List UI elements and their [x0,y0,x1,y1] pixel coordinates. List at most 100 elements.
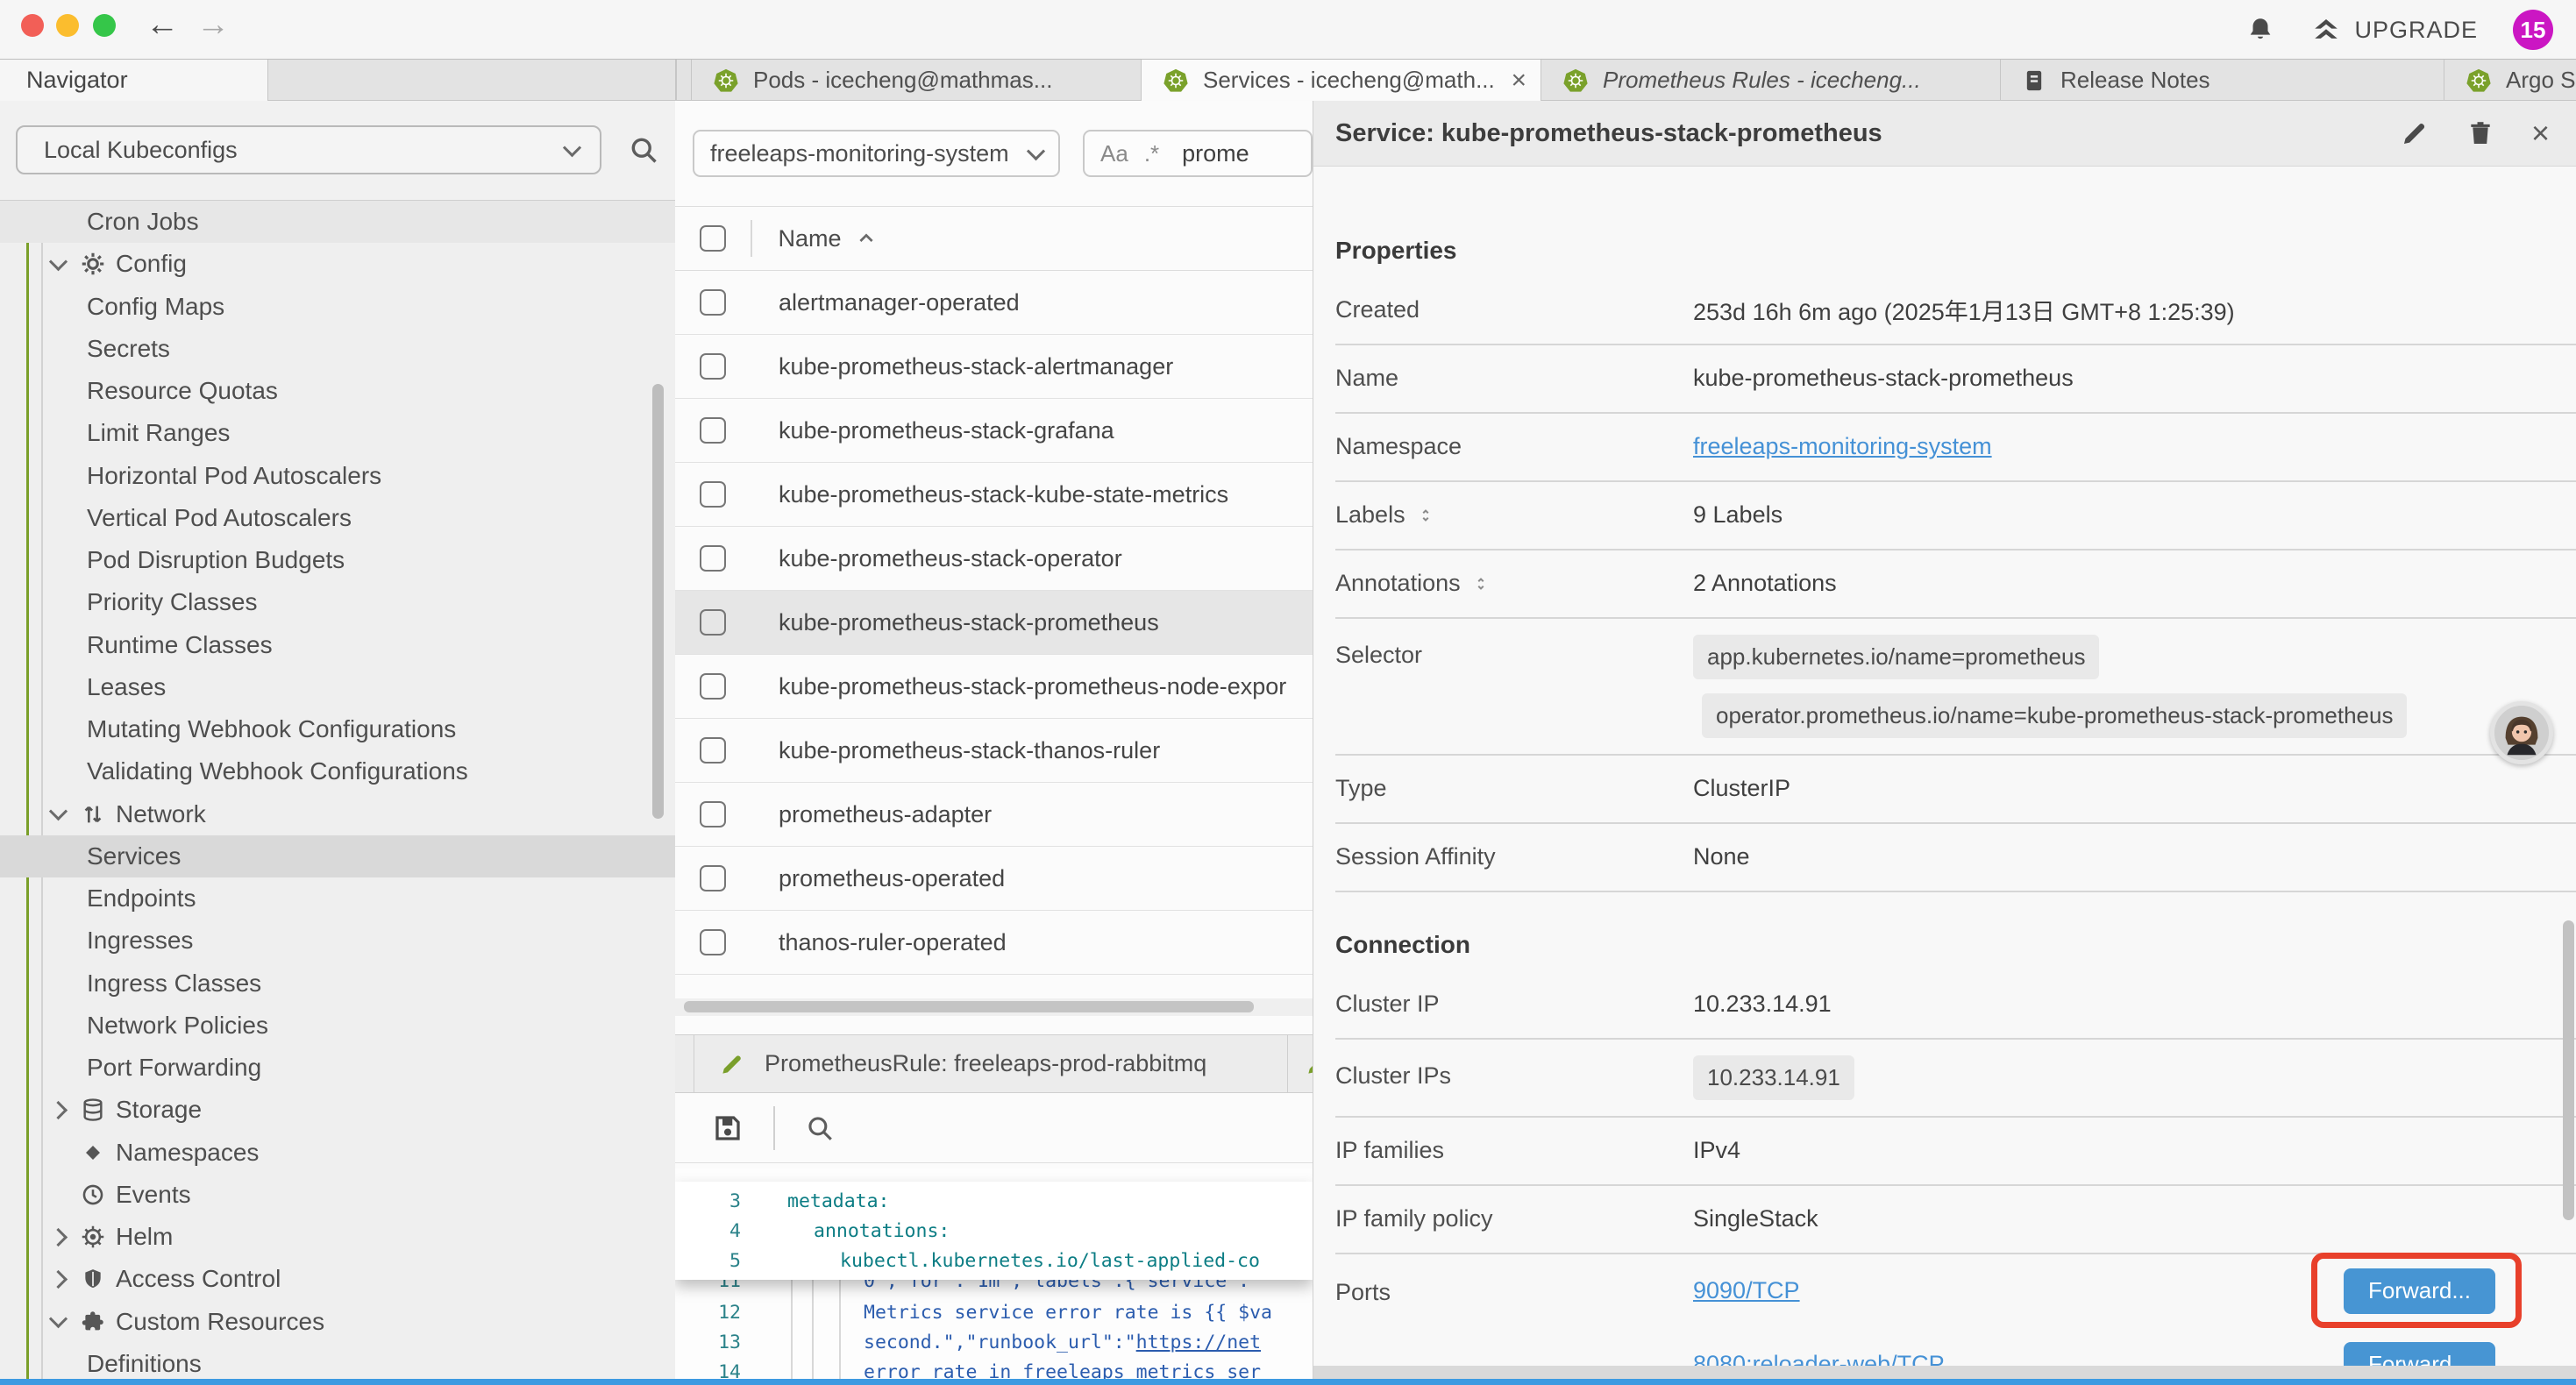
yaml-editor[interactable]: 3metadata:4annotations:5kubectl.kubernet… [675,1168,1313,1385]
sidebar-item-ingress-classes[interactable]: Ingress Classes [0,962,675,1005]
list-search-input[interactable]: Aa .* prome [1083,130,1313,177]
table-row[interactable]: prometheus-operated [675,847,1313,911]
sidebar-item-leases[interactable]: Leases [0,666,675,708]
sidebar-item-runtime-classes[interactable]: Runtime Classes [0,624,675,666]
kubeconfig-select[interactable]: Local Kubeconfigs [16,125,601,174]
close-icon[interactable]: × [2531,117,2550,149]
chevron-down-icon[interactable] [48,802,67,820]
sidebar-item-mutating-webhook-configurations[interactable]: Mutating Webhook Configurations [0,708,675,750]
sidebar-item-namespaces[interactable]: Namespaces [0,1132,675,1174]
trash-icon[interactable] [2466,118,2494,148]
tab-services[interactable]: Services - icecheng@math... × [1142,60,1541,101]
notification-badge[interactable]: 15 [2513,10,2553,50]
sidebar-item-config[interactable]: Config [0,243,675,285]
sidebar-item-network[interactable]: Network [0,793,675,835]
chevron-down-icon[interactable] [48,1310,67,1328]
sidebar-item-storage[interactable]: Storage [0,1089,675,1131]
sidebar-item-helm[interactable]: Helm [0,1216,675,1258]
code-url-link[interactable]: https://net [1136,1332,1261,1353]
horizontal-scrollbar-thumb[interactable] [684,1001,1254,1012]
table-row[interactable]: kube-prometheus-stack-thanos-ruler [675,719,1313,783]
sidebar-item-resource-quotas[interactable]: Resource Quotas [0,370,675,412]
sidebar-search-icon[interactable] [628,134,659,166]
sidebar-item-config-maps[interactable]: Config Maps [0,286,675,328]
window-zoom-button[interactable] [93,14,116,37]
window-close-button[interactable] [21,14,44,37]
row-checkbox[interactable] [700,545,726,572]
sidebar-item-secrets[interactable]: Secrets [0,328,675,370]
sidebar-item-access-control[interactable]: Access Control [0,1258,675,1300]
upgrade-button[interactable]: UPGRADE [2310,15,2478,45]
table-row[interactable]: alertmanager-operated [675,271,1313,335]
tab-close-icon[interactable]: × [1511,67,1526,94]
sidebar-item-cron-jobs[interactable]: Cron Jobs [0,201,675,243]
table-row[interactable]: kube-prometheus-stack-prometheus-node-ex… [675,655,1313,719]
sidebar-item-validating-webhook-configurations[interactable]: Validating Webhook Configurations [0,750,675,792]
row-checkbox[interactable] [700,289,726,316]
sidebar-item-services[interactable]: Services [0,835,675,877]
chevron-right-icon[interactable] [48,1270,67,1289]
sidebar-item-ingresses[interactable]: Ingresses [0,920,675,962]
editor-search-icon[interactable] [805,1113,835,1143]
navigator-panel-tab[interactable]: Navigator [0,60,268,101]
sidebar-item-events[interactable]: Events [0,1174,675,1216]
tab-release-notes[interactable]: Release Notes [2001,60,2444,101]
row-checkbox[interactable] [700,865,726,891]
window-minimize-button[interactable] [56,14,79,37]
tab-pods[interactable]: Pods - icecheng@mathmas... [691,60,1142,101]
horizontal-scrollbar[interactable] [675,998,1313,1016]
select-all-checkbox[interactable] [700,225,726,252]
sidebar-scrollbar[interactable] [652,384,664,819]
regex-toggle[interactable]: .* [1144,140,1159,167]
user-avatar[interactable] [2490,701,2553,764]
sort-ascending-icon[interactable] [856,228,877,249]
namespace-select[interactable]: freeleaps-monitoring-system [693,130,1060,177]
row-checkbox[interactable] [700,801,726,827]
row-checkbox[interactable] [700,673,726,700]
table-row[interactable]: thanos-ruler-operated [675,911,1313,975]
sidebar-item-custom-resources[interactable]: Custom Resources [0,1301,675,1343]
sidebar-item-priority-classes[interactable]: Priority Classes [0,581,675,623]
back-button[interactable]: ← [146,6,179,44]
row-checkbox[interactable] [700,417,726,444]
name-column-header[interactable]: Name [779,225,842,252]
detail-scrollbar-thumb[interactable] [2563,920,2574,1220]
chevron-right-icon[interactable] [48,1228,67,1246]
forward-button[interactable]: → [196,6,230,44]
editor-tab-prometheusrule[interactable]: PrometheusRule: freeleaps-prod-rabbitmq [694,1035,1288,1092]
table-row[interactable]: kube-prometheus-stack-prometheus [675,591,1313,655]
table-row[interactable]: kube-prometheus-stack-operator [675,527,1313,591]
detail-bottom-scrollbar[interactable] [1313,1366,2576,1379]
chevron-down-icon[interactable] [48,252,67,271]
row-checkbox[interactable] [700,481,726,508]
sidebar-item-pod-disruption-budgets[interactable]: Pod Disruption Budgets [0,539,675,581]
tab-prometheus-rules[interactable]: Prometheus Rules - icecheng... [1541,60,2001,101]
chevron-right-icon[interactable] [48,1101,67,1119]
namespace-link[interactable]: freeleaps-monitoring-system [1693,433,1992,459]
table-row[interactable]: kube-prometheus-stack-grafana [675,399,1313,463]
forward-button[interactable]: Forward... [2344,1268,2495,1314]
sidebar-item-label: Cron Jobs [87,208,199,236]
row-checkbox[interactable] [700,929,726,955]
sidebar-item-network-policies[interactable]: Network Policies [0,1005,675,1047]
port-link[interactable]: 9090/TCP [1693,1277,1800,1304]
row-checkbox[interactable] [700,353,726,380]
row-checkbox[interactable] [700,737,726,764]
sort-updown-icon[interactable] [1416,505,1435,526]
sidebar-item-endpoints[interactable]: Endpoints [0,877,675,920]
sidebar-item-port-forwarding[interactable]: Port Forwarding [0,1047,675,1089]
sort-updown-icon[interactable] [1471,573,1491,594]
save-icon[interactable] [712,1112,744,1144]
sidebar-item-horizontal-pod-autoscalers[interactable]: Horizontal Pod Autoscalers [0,455,675,497]
match-case-toggle[interactable]: Aa [1100,140,1128,167]
bell-icon[interactable] [2245,15,2275,45]
edit-pencil-icon[interactable] [2400,118,2430,148]
editor-tab-partial[interactable] [1291,1035,1313,1092]
tab-argo[interactable]: Argo Se [2444,60,2576,101]
table-row[interactable]: kube-prometheus-stack-kube-state-metrics [675,463,1313,527]
table-row[interactable]: kube-prometheus-stack-alertmanager [675,335,1313,399]
table-row[interactable]: prometheus-adapter [675,783,1313,847]
row-checkbox[interactable] [700,609,726,636]
sidebar-item-limit-ranges[interactable]: Limit Ranges [0,412,675,454]
sidebar-item-vertical-pod-autoscalers[interactable]: Vertical Pod Autoscalers [0,497,675,539]
